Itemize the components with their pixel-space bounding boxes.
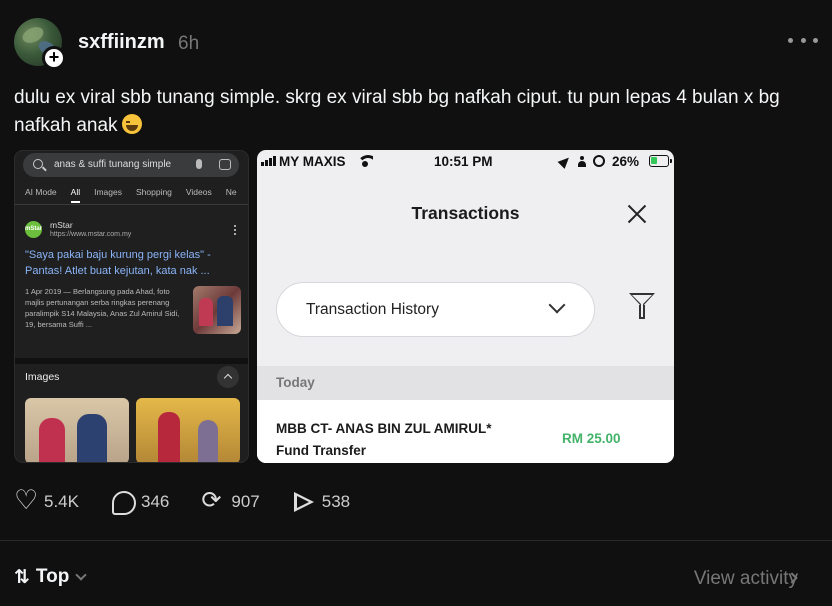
tab-ai-mode: AI Mode xyxy=(25,187,57,197)
result-site-url: https://www.mstar.com.my xyxy=(50,231,132,238)
dropdown-value: Transaction History xyxy=(306,301,439,318)
repost-button[interactable]: 907 xyxy=(201,486,260,514)
comment-count: 346 xyxy=(140,492,170,511)
image-result-2 xyxy=(136,398,240,462)
status-time: 10:51 PM xyxy=(434,154,493,169)
date-section-label: Today xyxy=(276,375,315,390)
signal-icon xyxy=(261,156,276,166)
battery-icon xyxy=(649,155,672,167)
image-result-1 xyxy=(25,398,129,462)
transaction-type-dropdown: Transaction History xyxy=(276,282,595,337)
carrier-name: MY MAXIS xyxy=(279,154,346,169)
sort-label: Top xyxy=(35,566,70,587)
mstar-logo-icon: mStar xyxy=(25,221,42,238)
result-more-icon xyxy=(234,225,236,235)
more-options-icon[interactable] xyxy=(788,30,818,50)
divider xyxy=(0,540,832,541)
google-lens-icon xyxy=(219,159,231,170)
person-icon xyxy=(578,156,586,167)
bank-transactions-screenshot[interactable]: MY MAXIS 10:51 PM 26% Transactions Trans… xyxy=(257,150,674,463)
post-actions: 5.4K 346 907 538 xyxy=(14,485,382,516)
search-query: anas & suffi tunang simple xyxy=(54,159,172,170)
username[interactable]: sxffiinzm xyxy=(78,31,165,54)
location-icon xyxy=(557,154,573,169)
view-activity-link[interactable]: View activity xyxy=(694,568,798,590)
chevron-down-icon xyxy=(548,296,566,314)
post-caption: dulu ex viral sbb tunang simple. skrg ex… xyxy=(14,84,814,140)
post-timestamp: 6h xyxy=(178,33,200,54)
like-count: 5.4K xyxy=(44,492,79,511)
repost-count: 907 xyxy=(231,492,260,511)
google-tabs: AI Mode All Images Shopping Videos Ne xyxy=(25,187,248,203)
close-icon xyxy=(626,203,648,225)
share-icon xyxy=(292,490,316,514)
transaction-type: Fund Transfer xyxy=(276,443,367,458)
filter-icon xyxy=(629,293,655,321)
tab-images: Images xyxy=(94,187,122,197)
share-button[interactable]: 538 xyxy=(292,490,350,514)
result-site-name: mStar xyxy=(50,220,73,230)
tab-all: All xyxy=(70,187,81,203)
google-search-bar: anas & suffi tunang simple xyxy=(23,153,239,177)
divider xyxy=(15,204,248,205)
transaction-name: MBB CT- ANAS BIN ZUL AMIRUL* xyxy=(276,421,492,436)
battery-percentage: 26% xyxy=(612,154,640,169)
date-section-header: Today xyxy=(257,366,674,400)
section-divider xyxy=(15,358,248,364)
comment-icon xyxy=(111,490,136,515)
sort-arrows-icon: ⇅ xyxy=(14,566,30,588)
microphone-icon xyxy=(196,159,202,169)
result-thumbnail xyxy=(193,286,241,334)
chevron-up-icon xyxy=(217,366,239,388)
search-icon xyxy=(33,159,43,169)
repost-icon xyxy=(201,486,225,514)
comment-button[interactable]: 346 xyxy=(111,490,170,515)
tab-shopping: Shopping xyxy=(135,187,172,197)
result-title: "Saya pakai baju kurung pergi kelas" - P… xyxy=(25,249,211,277)
share-count: 538 xyxy=(321,492,351,511)
like-button[interactable]: 5.4K xyxy=(14,485,79,516)
wifi-icon xyxy=(357,155,373,167)
tab-videos: Videos xyxy=(185,187,212,197)
heart-icon xyxy=(14,485,38,516)
rotation-lock-icon xyxy=(593,155,605,167)
post-header: + sxffiinzm 6h xyxy=(14,18,818,70)
transaction-row: MBB CT- ANAS BIN ZUL AMIRUL* Fund Transf… xyxy=(257,400,674,463)
transactions-title: Transactions xyxy=(411,203,520,223)
laughing-crying-emoji-icon xyxy=(121,114,142,134)
google-search-screenshot[interactable]: anas & suffi tunang simple AI Mode All I… xyxy=(14,150,249,463)
phone-status-bar: MY MAXIS 10:51 PM 26% xyxy=(257,150,674,174)
images-section-label: Images xyxy=(25,371,60,383)
chevron-down-icon xyxy=(75,569,88,581)
sort-dropdown[interactable]: ⇅ Top xyxy=(14,566,88,588)
transaction-amount: RM 25.00 xyxy=(562,431,621,446)
result-snippet: 1 Apr 2019 — Berlangsung pada Ahad, foto… xyxy=(25,287,180,329)
tab-news: Ne xyxy=(225,187,237,197)
follow-plus-icon[interactable]: + xyxy=(42,46,66,70)
